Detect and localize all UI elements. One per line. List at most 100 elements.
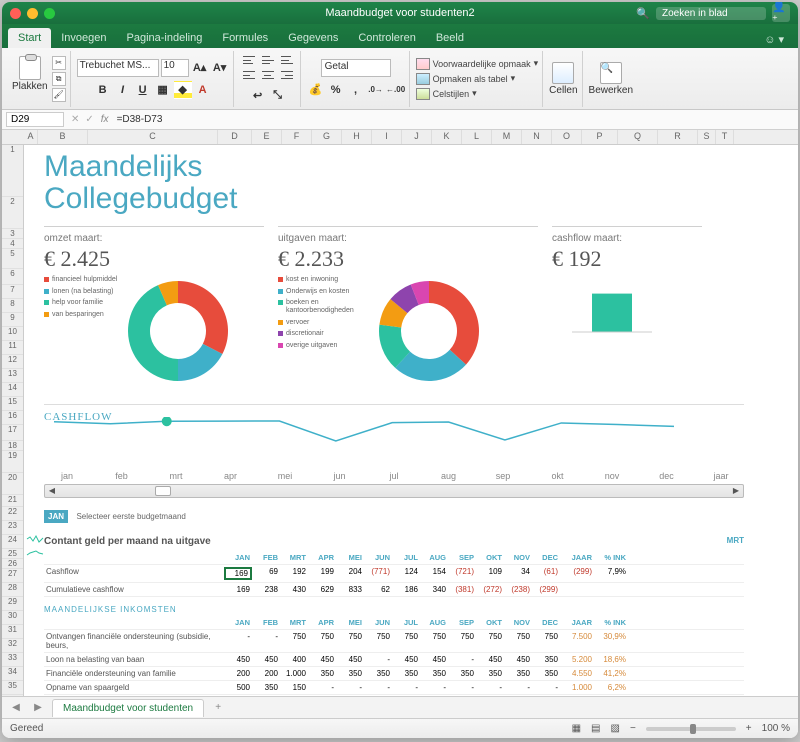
table-cell[interactable] — [594, 585, 628, 594]
col-header[interactable]: K — [432, 130, 462, 144]
scroll-right-icon[interactable]: ▶ — [730, 486, 742, 496]
scroll-thumb[interactable] — [155, 486, 171, 496]
table-cell[interactable]: 750 — [308, 632, 336, 650]
row-header[interactable]: 24 — [2, 535, 23, 549]
table-cell[interactable]: - — [476, 683, 504, 692]
table-cell[interactable]: 833 — [336, 585, 364, 594]
table-cell[interactable]: 340 — [420, 585, 448, 594]
col-header[interactable]: M — [492, 130, 522, 144]
table-cell[interactable] — [560, 585, 594, 594]
align-right-button[interactable] — [278, 68, 296, 82]
table-cell[interactable]: 350 — [448, 669, 476, 678]
table-cell[interactable]: 350 — [420, 669, 448, 678]
table-cell[interactable]: 350 — [476, 669, 504, 678]
table-cell[interactable]: 18,6% — [594, 655, 628, 664]
col-header[interactable]: B — [38, 130, 88, 144]
table-cell[interactable]: - — [420, 683, 448, 692]
row-header[interactable]: 10 — [2, 327, 23, 341]
row-header[interactable]: 17 — [2, 425, 23, 441]
table-cell[interactable]: 750 — [448, 632, 476, 650]
row-header[interactable]: 35 — [2, 681, 23, 695]
row-header[interactable]: 16 — [2, 411, 23, 425]
table-cell[interactable]: 34 — [504, 567, 532, 580]
paste-button[interactable]: Plakken — [12, 56, 48, 92]
tab-invoegen[interactable]: Invoegen — [51, 28, 116, 48]
table-cell[interactable]: 30,9% — [594, 632, 628, 650]
feedback-icon[interactable]: ☺ ▾ — [756, 31, 792, 48]
zoom-slider[interactable] — [646, 727, 736, 731]
table-cell[interactable]: - — [532, 683, 560, 692]
align-bottom-button[interactable] — [278, 53, 296, 67]
border-button[interactable]: ▦ — [154, 81, 172, 99]
table-cell[interactable]: 750 — [280, 632, 308, 650]
font-color-button[interactable]: A — [194, 81, 212, 99]
merge-button[interactable]: ⤡ — [269, 86, 287, 104]
table-cell[interactable]: 1.000 — [280, 669, 308, 678]
table-cell[interactable]: 62 — [364, 585, 392, 594]
table-cell[interactable]: 204 — [336, 567, 364, 580]
col-header[interactable]: N — [522, 130, 552, 144]
table-cell[interactable]: 750 — [392, 632, 420, 650]
table-cell[interactable]: 199 — [308, 567, 336, 580]
row-header[interactable]: 11 — [2, 341, 23, 355]
col-header[interactable]: T — [716, 130, 734, 144]
row-header[interactable]: 21 — [2, 495, 23, 507]
row-header[interactable]: 3 — [2, 229, 23, 239]
format-painter-button[interactable]: 🖌 — [52, 88, 66, 102]
table-cell[interactable]: 450 — [476, 655, 504, 664]
table-cell[interactable]: (61) — [532, 567, 560, 580]
table-cell[interactable]: (299) — [532, 585, 560, 594]
decrease-font-button[interactable]: A▾ — [211, 59, 229, 77]
align-middle-button[interactable] — [259, 53, 277, 67]
table-cell[interactable]: (238) — [504, 585, 532, 594]
col-header[interactable]: G — [312, 130, 342, 144]
fx-icon[interactable]: fx — [97, 114, 113, 125]
worksheet-content[interactable]: MaandelijksCollegebudget omzet maart: € … — [24, 145, 798, 696]
table-cell[interactable]: 5.200 — [560, 655, 594, 664]
row-header[interactable]: 26 — [2, 559, 23, 569]
col-header[interactable]: F — [282, 130, 312, 144]
row-header[interactable]: 23 — [2, 521, 23, 535]
row-header[interactable]: 28 — [2, 583, 23, 597]
row-header[interactable]: 29 — [2, 597, 23, 611]
col-header[interactable]: L — [462, 130, 492, 144]
table-cell[interactable]: - — [252, 632, 280, 650]
minimize-icon[interactable] — [27, 8, 38, 19]
table-cell[interactable]: - — [364, 683, 392, 692]
row-header[interactable]: 2 — [2, 197, 23, 229]
next-sheet-button[interactable]: ▶ — [30, 702, 46, 713]
col-header[interactable]: J — [402, 130, 432, 144]
increase-decimal-button[interactable]: ←.00 — [387, 81, 405, 99]
table-cell[interactable]: 200 — [252, 669, 280, 678]
col-header[interactable]: R — [658, 130, 698, 144]
font-name-select[interactable]: Trebuchet MS... — [77, 59, 159, 77]
col-header[interactable]: Q — [618, 130, 658, 144]
table-cell[interactable]: 200 — [224, 669, 252, 678]
table-cell[interactable]: 629 — [308, 585, 336, 594]
table-cell[interactable]: 400 — [280, 655, 308, 664]
number-format-select[interactable]: Getal — [321, 59, 391, 77]
sheet-tab[interactable]: Maandbudget voor studenten — [52, 699, 204, 717]
tab-formules[interactable]: Formules — [212, 28, 278, 48]
table-cell[interactable]: 350 — [504, 669, 532, 678]
fill-color-button[interactable]: ◆ — [174, 81, 192, 99]
row-header[interactable]: 27 — [2, 569, 23, 583]
table-cell[interactable]: 350 — [336, 669, 364, 678]
table-cell[interactable]: 350 — [532, 655, 560, 664]
zoom-level[interactable]: 100 % — [762, 723, 790, 734]
table-cell[interactable]: 750 — [504, 632, 532, 650]
col-header[interactable]: S — [698, 130, 716, 144]
row-header[interactable]: 31 — [2, 625, 23, 639]
name-box[interactable]: D29 — [6, 112, 64, 127]
row-header[interactable]: 4 — [2, 239, 23, 249]
table-cell[interactable]: - — [364, 655, 392, 664]
col-header[interactable]: C — [88, 130, 218, 144]
table-cell[interactable]: 150 — [280, 683, 308, 692]
format-as-table-button[interactable]: Opmaken als tabel ▾ — [416, 73, 516, 85]
table-cell[interactable]: 169 — [224, 585, 252, 594]
table-cell[interactable]: 350 — [392, 669, 420, 678]
month-badge[interactable]: JAN — [44, 510, 68, 523]
table-cell[interactable]: 124 — [392, 567, 420, 580]
table-cell[interactable]: 450 — [224, 655, 252, 664]
row-header[interactable]: 8 — [2, 299, 23, 313]
